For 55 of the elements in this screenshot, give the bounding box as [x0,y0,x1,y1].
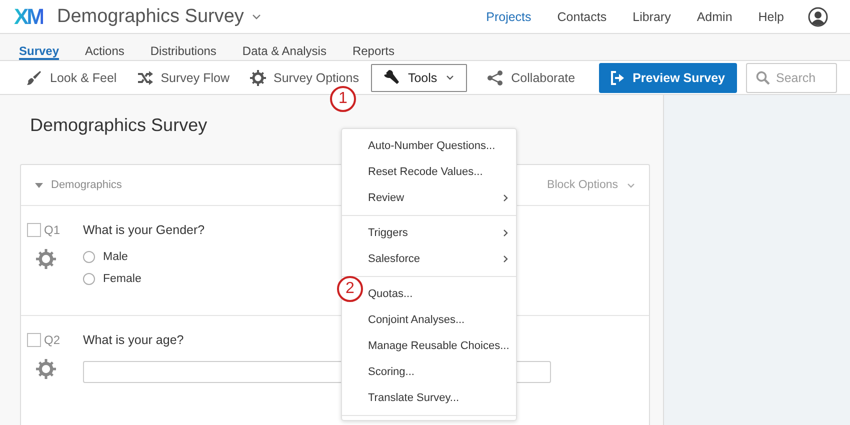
gear-icon [36,359,56,379]
menu-item[interactable]: Quotas... [368,281,516,307]
nav-link[interactable]: Projects [486,10,532,24]
survey-title: Demographics Survey [57,6,244,28]
question-number: Q1 [44,223,60,237]
choice-label: Male [103,251,128,263]
chevron-right-icon [503,229,508,237]
menu-item[interactable]: Salesforce [368,246,516,272]
search-field[interactable]: Search [746,62,837,92]
menu-item[interactable]: Conjoint Analyses... [368,307,516,333]
gear-icon [36,249,56,269]
chevron-down-icon [446,75,454,80]
menu-item[interactable]: Triggers [368,220,516,246]
question-text: What is your age? [83,333,184,347]
nav-link[interactable]: Library [632,10,671,24]
menu-item[interactable]: Review [368,185,516,211]
nav-link[interactable]: Contacts [557,10,607,24]
tab[interactable]: Reports [352,34,394,60]
menu-item[interactable]: Scoring... [368,359,516,385]
nav-link[interactable]: Help [758,10,784,24]
toolbar-button[interactable]: Look & Feel [26,64,117,92]
gear-icon [250,70,266,86]
question-text: What is your Gender? [83,223,205,237]
tab[interactable]: Actions [85,34,124,60]
nav-link[interactable]: Admin [696,10,732,24]
tools-dropdown[interactable]: Tools [370,64,468,92]
question-checkbox[interactable] [27,223,41,237]
toolbar-button[interactable]: Survey Flow [136,64,230,92]
chevron-down-icon [252,14,261,20]
survey-heading: Demographics Survey [30,115,208,136]
collapse-triangle-icon [35,182,43,188]
brush-icon [26,70,42,86]
question-checkbox[interactable] [27,333,41,347]
radio-button[interactable] [83,251,95,263]
chevron-right-icon [503,255,508,263]
choice-label: Female [103,273,142,285]
tab[interactable]: Distributions [150,34,216,60]
radio-button[interactable] [83,273,95,285]
wrench-icon [384,70,400,86]
block-name: Demographics [51,179,122,191]
search-icon [756,70,770,84]
user-avatar-icon [808,6,828,26]
chevron-down-icon [627,182,635,188]
exit-arrow-icon [610,70,625,84]
chevron-right-icon [503,194,508,202]
menu-item[interactable]: Auto-Number Questions... [368,133,516,159]
menu-item[interactable]: Reset Recode Values... [368,159,516,185]
menu-item[interactable]: Manage Reusable Choices... [368,333,516,359]
tab[interactable]: Data & Analysis [242,34,326,60]
question-number: Q2 [44,333,60,347]
toolbar-button[interactable]: Collaborate [487,64,576,92]
shuffle-arrows-icon [136,70,153,86]
share-icon [487,70,504,86]
preview-survey-button[interactable]: Preview Survey [598,62,737,92]
menu-item[interactable]: Translate Survey... [368,385,516,411]
